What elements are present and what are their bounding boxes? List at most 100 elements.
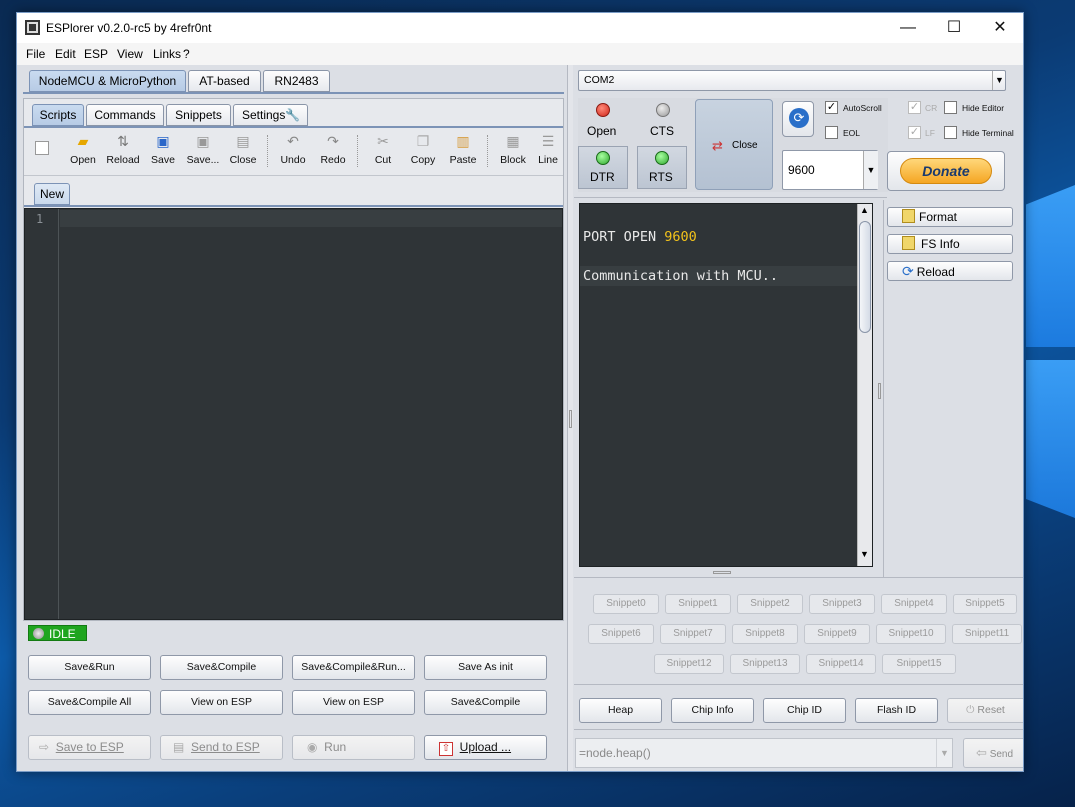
file-tab-new[interactable]: New [34, 183, 70, 205]
tab-scripts[interactable]: Scripts [32, 104, 84, 126]
refresh-ports-button[interactable]: ⟳ [782, 101, 814, 137]
tab-settings[interactable]: Settings🔧 [233, 104, 308, 126]
save-to-esp-icon: ⇨ [39, 740, 50, 754]
baud-select[interactable]: 9600 ▼ [782, 150, 878, 190]
menu-edit[interactable]: Edit [55, 47, 76, 61]
current-line-highlight [60, 210, 562, 227]
command-input[interactable]: =node.heap() ▼ [575, 738, 953, 768]
undo-button[interactable]: ↶ Undo [274, 131, 312, 167]
send-command-button[interactable]: ⇦ Send [963, 738, 1023, 768]
run-button[interactable]: ◉ Run [292, 735, 415, 760]
horizontal-splitter-handle[interactable] [713, 571, 731, 574]
port-select[interactable]: COM2 ▼ [578, 70, 1006, 91]
scroll-thumb[interactable] [859, 221, 871, 333]
snippet-button-1[interactable]: Snippet1 [665, 594, 731, 614]
tab-at-based[interactable]: AT-based [188, 70, 261, 92]
save-as-button[interactable]: ▣ Save... [184, 131, 222, 167]
menu-links[interactable]: Links [153, 47, 181, 61]
scroll-down-icon[interactable]: ▼ [860, 549, 869, 559]
reload-button[interactable]: ⇅ Reload [104, 131, 142, 167]
menu-file[interactable]: File [26, 47, 45, 61]
snippet-button-6[interactable]: Snippet6 [588, 624, 654, 644]
eol-checkbox[interactable] [825, 126, 838, 139]
redo-label: Redo [320, 154, 346, 166]
maximize-button[interactable]: ☐ [931, 13, 977, 43]
close-port-button[interactable]: ⇄ Close [695, 99, 773, 190]
save-compile-all-button[interactable]: Save&Compile All [28, 690, 151, 715]
paste-button[interactable]: ▥ Paste [444, 131, 482, 167]
open-button[interactable]: ▰ Open [64, 131, 102, 167]
tab-rn2483[interactable]: RN2483 [263, 70, 330, 92]
autoscroll-label: AutoScroll [843, 103, 882, 113]
snippet-button-11[interactable]: Snippet11 [952, 624, 1022, 644]
snippet-button-0[interactable]: Snippet0 [593, 594, 659, 614]
hide-editor-checkbox[interactable] [944, 101, 957, 114]
save-compile-run-button[interactable]: Save&Compile&Run... [292, 655, 415, 680]
heap-button[interactable]: Heap [579, 698, 662, 723]
copy-button[interactable]: ❐ Copy [404, 131, 442, 167]
chip-info-button[interactable]: Chip Info [671, 698, 754, 723]
snippet-button-10[interactable]: Snippet10 [876, 624, 946, 644]
menu-help[interactable]: ? [183, 47, 190, 61]
vertical-splitter-handle[interactable] [878, 383, 881, 399]
hide-terminal-checkbox[interactable] [944, 126, 957, 139]
redo-button[interactable]: ↷ Redo [314, 131, 352, 167]
format-label: Format [919, 210, 958, 224]
cut-button[interactable]: ✂ Cut [364, 131, 402, 167]
snippet-button-15[interactable]: Snippet15 [882, 654, 956, 674]
terminal-output[interactable]: PORT OPEN 9600 Communication with MCU.. … [579, 203, 873, 567]
menu-esp[interactable]: ESP [84, 47, 108, 61]
minimize-button[interactable]: — [885, 13, 931, 43]
line-label: Line [538, 154, 558, 166]
save-as-init-button[interactable]: Save As init [424, 655, 547, 680]
save-to-esp-button[interactable]: ⇨ Save to ESP [28, 735, 151, 760]
reload-fs-button[interactable]: ⟳ Reload [887, 261, 1013, 281]
save-run-button[interactable]: Save&Run [28, 655, 151, 680]
snippet-button-9[interactable]: Snippet9 [804, 624, 870, 644]
snippet-button-7[interactable]: Snippet7 [660, 624, 726, 644]
close-file-button[interactable]: ▤ Close [224, 131, 262, 167]
save-compile-button-2[interactable]: Save&Compile [424, 690, 547, 715]
format-button[interactable]: Format [887, 207, 1013, 227]
view-on-esp-button[interactable]: View on ESP [160, 690, 283, 715]
chip-id-button[interactable]: Chip ID [763, 698, 846, 723]
scroll-up-icon[interactable]: ▲ [860, 205, 869, 215]
rts-led-icon [655, 151, 669, 165]
snippet-button-12[interactable]: Snippet12 [654, 654, 724, 674]
snippet-button-13[interactable]: Snippet13 [730, 654, 800, 674]
cr-checkbox[interactable]: ✓ [908, 101, 921, 114]
line-button[interactable]: ☰ Line [534, 131, 562, 167]
menu-view[interactable]: View [117, 47, 143, 61]
dtr-toggle[interactable]: DTR [578, 146, 628, 189]
autoscroll-checkbox[interactable]: ✓ [825, 101, 838, 114]
donate-button[interactable]: Donate [887, 151, 1005, 191]
block-button[interactable]: ▦ Block [494, 131, 532, 167]
snippet-button-4[interactable]: Snippet4 [881, 594, 947, 614]
snippet-button-2[interactable]: Snippet2 [737, 594, 803, 614]
snippet-button-5[interactable]: Snippet5 [953, 594, 1017, 614]
fs-info-button[interactable]: FS Info [887, 234, 1013, 254]
save-compile-button[interactable]: Save&Compile [160, 655, 283, 680]
open-label[interactable]: Open [587, 124, 616, 138]
view-on-esp-button-2[interactable]: View on ESP [292, 690, 415, 715]
flash-id-button[interactable]: Flash ID [855, 698, 938, 723]
tab-commands[interactable]: Commands [86, 104, 164, 126]
reset-button[interactable]: ⏻ Reset [947, 698, 1023, 723]
terminal-scrollbar[interactable]: ▲ ▼ [857, 204, 872, 566]
lf-checkbox[interactable]: ✓ [908, 126, 921, 139]
tab-nodemcu-micropython[interactable]: NodeMCU & MicroPython [29, 70, 186, 92]
line-number: 1 [36, 212, 44, 226]
snippet-button-14[interactable]: Snippet14 [806, 654, 876, 674]
rts-toggle[interactable]: RTS [637, 146, 687, 189]
close-button[interactable]: ✕ [977, 13, 1023, 43]
send-to-esp-button[interactable]: ▤ Send to ESP [160, 735, 283, 760]
save-to-esp-label: Save to ESP [55, 740, 124, 754]
snippet-button-3[interactable]: Snippet3 [809, 594, 875, 614]
new-file-icon[interactable] [35, 141, 49, 155]
tab-snippets[interactable]: Snippets [166, 104, 231, 126]
splitter-handle[interactable] [569, 410, 572, 428]
save-button[interactable]: ▣ Save [144, 131, 182, 167]
snippet-button-8[interactable]: Snippet8 [732, 624, 798, 644]
code-editor[interactable]: 1 [24, 208, 563, 620]
upload-button[interactable]: ⇧ Upload ... [424, 735, 547, 760]
